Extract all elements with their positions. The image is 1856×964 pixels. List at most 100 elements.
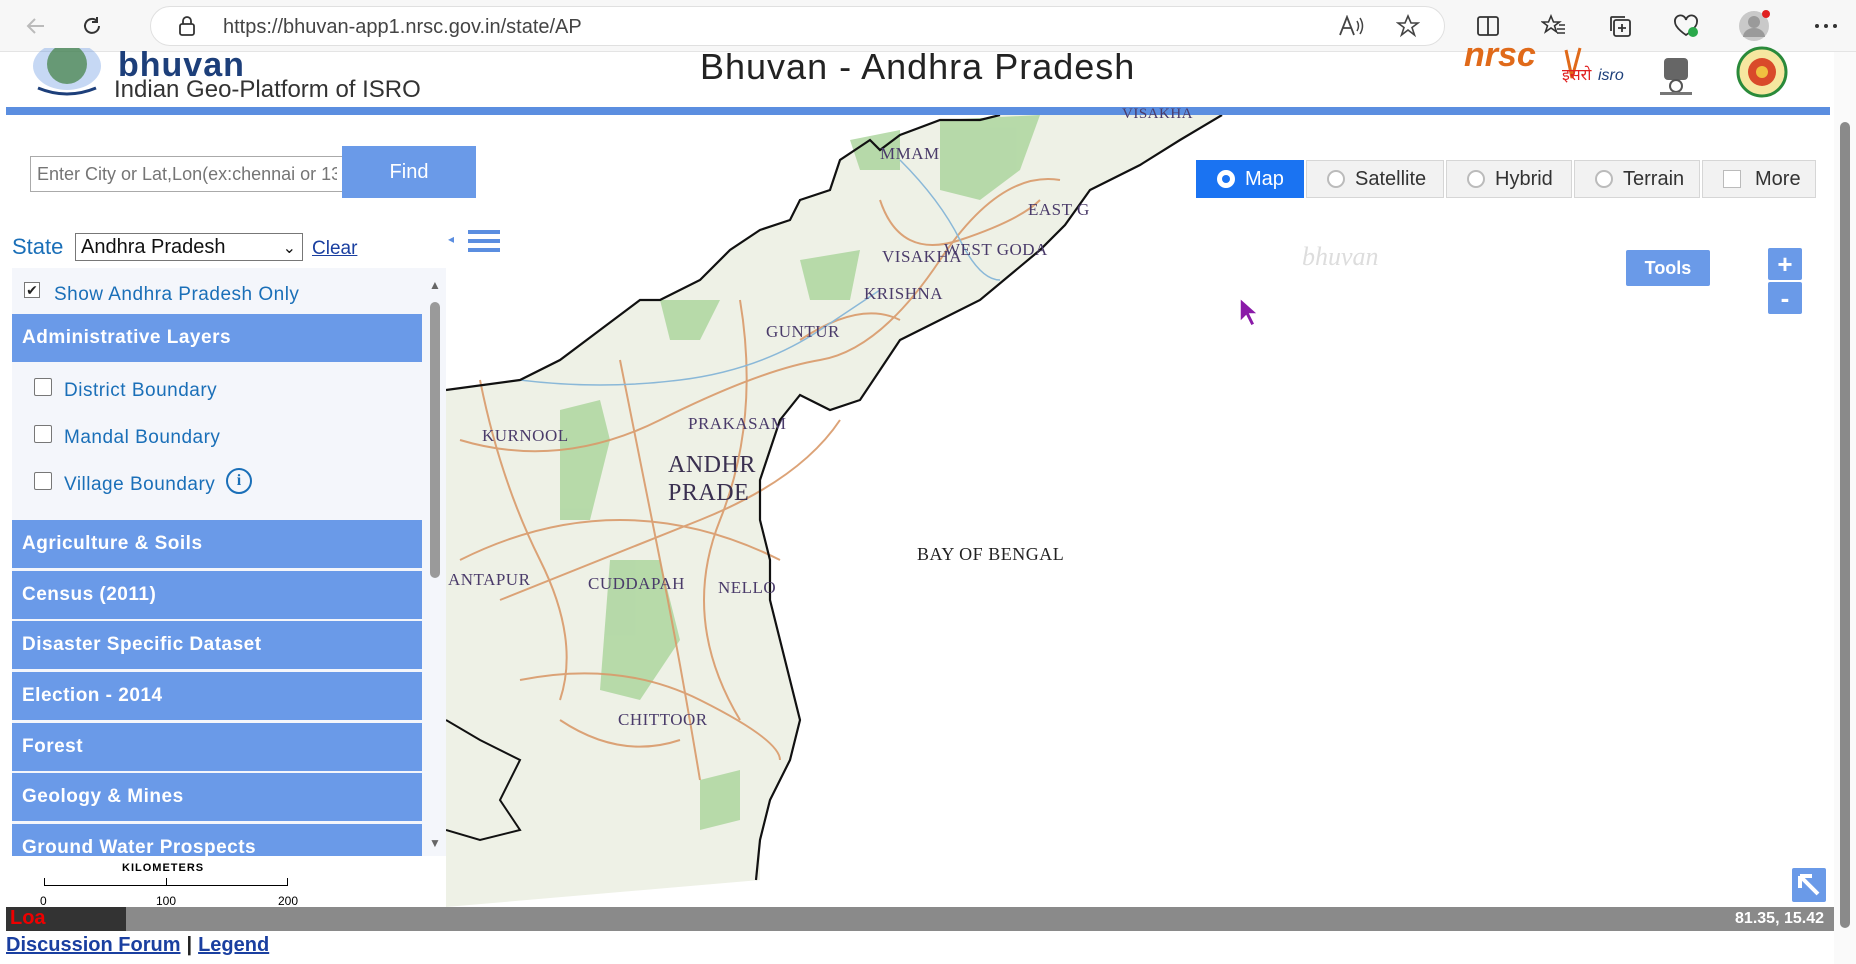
maptype-map-button[interactable]: Map: [1196, 160, 1304, 198]
mouse-cursor-icon: [1238, 296, 1260, 333]
map-label-khammam: MMAM: [880, 144, 940, 163]
address-bar[interactable]: https://bhuvan-app1.nrsc.gov.in/state/AP: [150, 6, 1445, 46]
checkbox-icon[interactable]: [34, 425, 52, 443]
category-administrative-layers[interactable]: Administrative Layers: [12, 314, 422, 362]
ap-state-emblem-logo: [1736, 46, 1788, 98]
tools-button[interactable]: Tools: [1626, 250, 1710, 286]
brand-subtitle: Indian Geo-Platform of ISRO: [114, 76, 421, 103]
collections-icon[interactable]: [1602, 8, 1638, 44]
maptype-satellite-label: Satellite: [1355, 167, 1427, 190]
scale-unit: KILOMETERS: [122, 862, 205, 874]
maptype-more-button[interactable]: More: [1702, 160, 1816, 198]
fullscreen-corner-icon[interactable]: [1792, 868, 1826, 902]
map-label-anantapur: ANTAPUR: [448, 570, 531, 589]
page-scrollbar[interactable]: [1834, 52, 1856, 964]
category-ground-water[interactable]: Ground Water Prospects: [12, 824, 422, 856]
split-screen-icon[interactable]: [1470, 8, 1506, 44]
zoom-in-button[interactable]: +: [1768, 248, 1802, 280]
category-geology-mines[interactable]: Geology & Mines: [12, 773, 422, 821]
layer-district-boundary[interactable]: District Boundary: [12, 366, 422, 412]
zoom-out-button[interactable]: -: [1768, 282, 1802, 314]
collapse-panel-icon[interactable]: ◂: [448, 232, 454, 246]
url-text: https://bhuvan-app1.nrsc.gov.in/state/AP: [223, 16, 582, 38]
checkbox-icon: [1723, 170, 1741, 188]
search-input[interactable]: [30, 156, 344, 192]
scale-mid-tick: [166, 878, 167, 886]
layer-village-boundary[interactable]: Village Boundary i: [12, 460, 422, 506]
map-label-east-godavari: EAST G: [1028, 200, 1090, 219]
header-divider: [6, 107, 1830, 115]
browser-essentials-icon[interactable]: [1668, 8, 1704, 44]
radio-icon: [1467, 170, 1485, 188]
state-row: State Andhra Pradesh ⌄ Clear: [12, 220, 446, 261]
maptype-more-label: More: [1755, 167, 1801, 190]
map-label-prakasam: PRAKASAM: [688, 414, 787, 433]
show-state-only-option[interactable]: ✔ Show Andhra Pradesh Only: [18, 274, 438, 305]
map-label-cuddapah: CUDDAPAH: [588, 574, 685, 593]
india-emblem-logo: [1656, 52, 1696, 96]
show-state-only-label: Show Andhra Pradesh Only: [54, 284, 300, 305]
page-scroll-thumb[interactable]: [1840, 122, 1850, 928]
profile-avatar-icon[interactable]: [1736, 8, 1772, 44]
category-forest[interactable]: Forest: [12, 723, 422, 771]
scroll-thumb[interactable]: [430, 302, 440, 578]
category-agriculture-soils[interactable]: Agriculture & Soils: [12, 520, 422, 568]
maptype-hybrid-button[interactable]: Hybrid: [1446, 160, 1572, 198]
map-label-andhra: ANDHR: [668, 452, 756, 478]
layer-label: Village Boundary: [64, 474, 216, 495]
map-label-guntur: GUNTUR: [766, 322, 840, 341]
category-election[interactable]: Election - 2014: [12, 672, 422, 720]
category-census[interactable]: Census (2011): [12, 571, 422, 619]
scale-tick-200: 200: [278, 894, 299, 908]
map-label-nellore: NELLO: [718, 578, 777, 597]
find-button[interactable]: Find: [342, 146, 476, 198]
state-label: State: [12, 234, 64, 259]
map-watermark: bhuvan: [1302, 242, 1379, 271]
read-aloud-icon[interactable]: [1338, 14, 1364, 42]
footer-links: Discussion Forum | Legend: [6, 934, 269, 962]
svg-text:isro: isro: [1598, 67, 1624, 84]
maptype-terrain-button[interactable]: Terrain: [1574, 160, 1700, 198]
favorites-icon[interactable]: [1536, 8, 1572, 44]
checkbox-icon[interactable]: [34, 472, 52, 490]
maptype-satellite-button[interactable]: Satellite: [1306, 160, 1444, 198]
bhuvan-globe-logo: [30, 42, 104, 96]
radio-icon: [1327, 170, 1345, 188]
page-title: Bhuvan - Andhra Pradesh: [700, 46, 1136, 87]
status-bar: Loa 81.35, 15.42: [6, 907, 1834, 931]
maptype-terrain-label: Terrain: [1623, 167, 1685, 190]
clear-link[interactable]: Clear: [312, 238, 357, 260]
scale-tick-100: 100: [156, 894, 177, 908]
footer-separator: |: [186, 934, 193, 956]
loading-indicator: Loa: [6, 907, 126, 931]
maptype-map-label: Map: [1245, 167, 1284, 190]
layer-label: Mandal Boundary: [64, 427, 221, 448]
map-label-chittoor: CHITTOOR: [618, 710, 708, 729]
discussion-forum-link[interactable]: Discussion Forum: [6, 934, 180, 956]
legend-link[interactable]: Legend: [198, 934, 269, 956]
info-icon[interactable]: i: [226, 468, 252, 494]
layers-menu-icon[interactable]: [468, 230, 500, 254]
layer-mandal-boundary[interactable]: Mandal Boundary: [12, 413, 422, 459]
favorite-star-icon[interactable]: [1395, 13, 1421, 43]
scroll-down-icon[interactable]: ▼: [429, 836, 441, 850]
back-icon[interactable]: [18, 8, 54, 44]
map-label-kurnool: KURNOOL: [482, 426, 569, 445]
svg-text:nrsc: nrsc: [1464, 46, 1536, 74]
scale-tick-0: 0: [40, 894, 47, 908]
more-menu-icon[interactable]: [1808, 8, 1844, 44]
cursor-coordinates: 81.35, 15.42: [1735, 910, 1824, 927]
map-label-west-godavari: WEST GODA: [944, 240, 1048, 259]
refresh-icon[interactable]: [74, 8, 110, 44]
scroll-up-icon[interactable]: ▲: [429, 278, 441, 292]
map-scale-bar: KILOMETERS 0 100 200: [36, 862, 306, 908]
checkbox-icon[interactable]: [34, 378, 52, 396]
svg-text:इसरो: इसरो: [1562, 65, 1592, 84]
radio-selected-icon: [1217, 170, 1235, 188]
map-canvas[interactable]: VISAKHA: [446, 115, 1834, 907]
category-disaster[interactable]: Disaster Specific Dataset: [12, 621, 422, 669]
layer-list-scrollbar[interactable]: ▲ ▼: [426, 276, 444, 852]
checkbox-checked-icon[interactable]: ✔: [24, 282, 40, 298]
radio-icon: [1595, 170, 1613, 188]
state-dropdown[interactable]: Andhra Pradesh ⌄: [75, 233, 303, 261]
